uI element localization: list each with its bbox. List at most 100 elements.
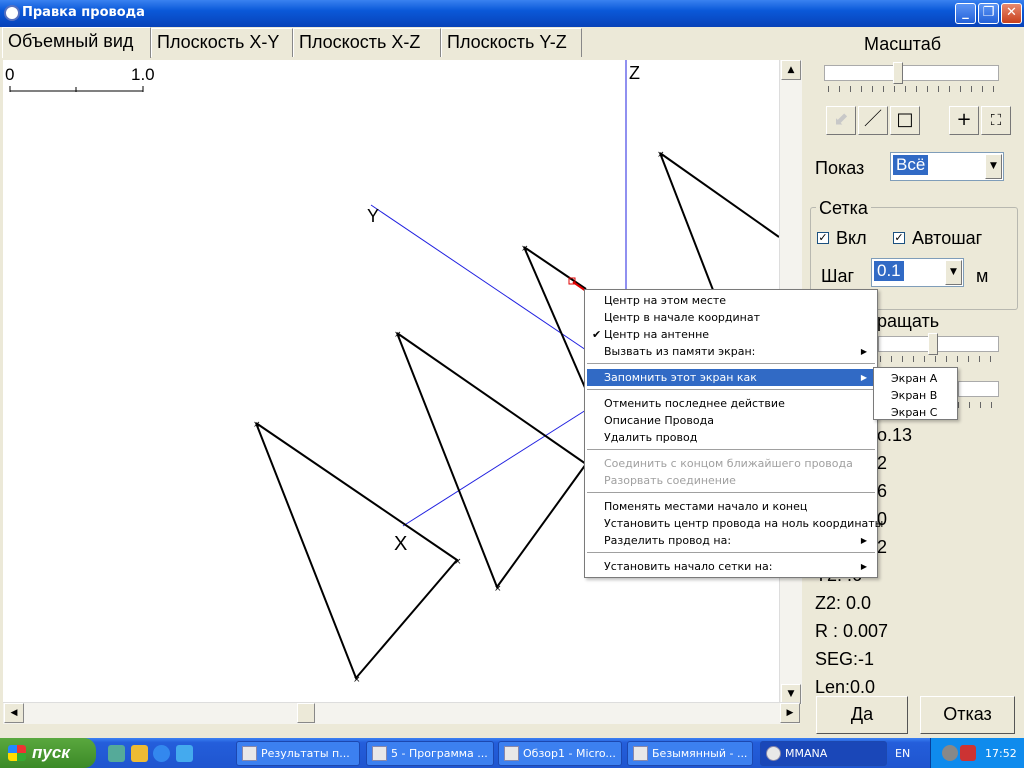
rectangle-tool-button[interactable]: □ [890,106,920,135]
ok-button[interactable]: Да [816,696,908,734]
menu-separator [587,389,875,391]
tab-xz-plane[interactable]: Плоскость X-Z [293,28,441,57]
horizontal-scroll-thumb[interactable] [297,703,315,723]
scroll-down-arrow[interactable]: ▼ [781,684,801,704]
y-axis-label: Y [367,206,379,226]
menu-item-center-antenna[interactable]: ✔ Центр на антенне [587,326,875,343]
scale-slider-thumb[interactable] [893,62,903,84]
menu-separator [587,363,875,365]
info-line: Len:0.0 [815,677,876,697]
z-axis-label: Z [629,63,640,83]
tab-3d-view[interactable]: Объемный вид [2,27,151,58]
menu-item-break-connection: Разорвать соединение [604,474,736,487]
chevron-down-icon[interactable]: ▼ [945,260,962,285]
taskbar-item[interactable]: 5 - Программа ... [366,741,494,766]
rotate-slider-thumb[interactable] [928,333,938,355]
scroll-right-arrow[interactable]: ▶ [780,703,800,723]
context-menu: Центр на этом месте Центр в начале коорд… [584,289,883,578]
quicklaunch-icon[interactable] [176,745,193,762]
submenu-arrow-icon: ▶ [860,347,867,356]
info-line: o.13 [877,425,913,445]
mmana-icon [766,746,781,761]
horizontal-scrollbar[interactable] [3,702,800,724]
tray-icon[interactable] [960,745,976,761]
y-axis [370,204,587,351]
title-bar [0,0,1024,27]
taskbar-item-active[interactable]: MMANA [760,741,887,766]
svg-text:×: × [521,244,529,254]
info-line: 2 [877,453,888,473]
close-button[interactable]: ✕ [1001,3,1022,24]
info-line: 6 [877,481,888,501]
autostep-checkbox[interactable]: ✓ [893,232,905,244]
grid-on-checkbox[interactable]: ✓ [817,232,829,244]
menu-item-center-here[interactable]: Центр на этом месте [587,292,875,309]
x-axis [402,409,587,527]
info-line: 2 [877,537,888,557]
paint-icon [633,746,648,761]
taskbar-item[interactable]: Результаты п... [236,741,360,766]
menu-item-save-screen[interactable]: Запомнить этот экран как ▶ [587,369,875,386]
quicklaunch-icon[interactable] [131,745,148,762]
svg-text:×: × [494,584,502,594]
windows-logo-icon [8,745,26,761]
menu-item-swap-ends[interactable]: Поменять местами начало и конец [587,498,875,515]
menu-item-set-grid-origin[interactable]: Установить начало сетки на: ▶ [587,558,875,575]
taskbar-item[interactable]: Обзор1 - Micro... [498,741,622,766]
svg-text:×: × [253,420,261,430]
rotate-label: ращать [877,311,940,331]
autostep-label: Автошаг [912,228,983,248]
step-combobox-value: 0.1 [874,261,904,281]
show-label: Показ [815,158,865,178]
origin-marker: X [394,533,407,555]
info-line: SEG:-1 [815,649,875,669]
menu-item-undo[interactable]: Отменить последнее действие [587,395,875,412]
chevron-down-icon[interactable]: ▼ [985,154,1002,179]
add-button[interactable]: + [949,106,979,135]
menu-item-center-origin[interactable]: Центр в начале координат [587,309,875,326]
menu-separator [587,552,875,554]
taskbar-item[interactable]: Безымянный - ... [627,741,753,766]
language-indicator[interactable]: EN [895,747,910,760]
step-combobox[interactable]: 0.1 ▼ [871,258,964,287]
scroll-up-arrow[interactable]: ▲ [781,60,801,80]
scale-slider-track[interactable] [824,65,999,81]
grid-on-label: Вкл [836,228,867,248]
menu-item-center-wire-zero[interactable]: Установить центр провода на ноль координ… [587,515,883,532]
tab-xy-plane[interactable]: Плоскость X-Y [151,28,293,57]
submenu-arrow-icon: ▶ [860,562,867,571]
menu-item-delete-wire[interactable]: Удалить провод [587,429,875,446]
menu-item-wire-description[interactable]: Описание Провода [587,412,875,429]
rotate-slider-track[interactable] [878,336,999,352]
svg-text:×: × [353,675,361,685]
select-tool-button[interactable]: ⬋ [826,106,856,135]
submenu-arrow-icon: ▶ [860,373,867,382]
info-line: Z2: 0.0 [815,593,872,613]
submenu-arrow-icon: ▶ [860,536,867,545]
quicklaunch-icon[interactable] [108,745,125,762]
tab-yz-plane[interactable]: Плоскость Y-Z [441,28,582,57]
maximize-button[interactable]: ❐ [978,3,999,24]
cancel-button[interactable]: Отказ [920,696,1015,734]
grid-group-label: Сетка [816,198,871,219]
scroll-left-arrow[interactable]: ◀ [4,703,24,723]
tray-icon[interactable] [942,745,958,761]
submenu-item-screen-c[interactable]: Экран C [876,404,956,421]
submenu-item-screen-a[interactable]: Экран A [876,370,956,387]
svg-text:×: × [657,150,665,160]
fit-view-button[interactable]: ⛶ [981,106,1011,135]
rotate-slider-2-track[interactable] [958,381,999,397]
line-tool-button[interactable]: ／ [858,106,888,135]
wire-triangle-2 [396,332,587,590]
minimize-button[interactable]: _ [955,3,976,24]
scale-slider-ticks [828,86,996,92]
browser-icon[interactable] [153,745,170,762]
menu-item-split-wire[interactable]: Разделить провод на: ▶ [587,532,875,549]
menu-item-recall-screen[interactable]: Вызвать из памяти экран: ▶ [587,343,875,360]
show-combobox[interactable]: Всё ▼ [890,152,1004,181]
submenu-item-screen-b[interactable]: Экран B [876,387,956,404]
app-icon[interactable] [4,5,20,21]
rotate-slider-ticks [880,356,998,362]
scale-bar-start: 0 [5,65,14,84]
menu-separator [587,492,875,494]
